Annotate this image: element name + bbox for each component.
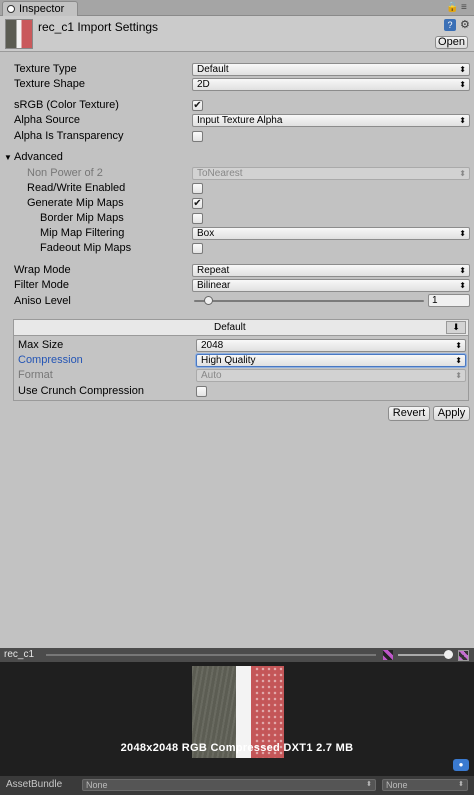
assetbundle-bar: AssetBundle None ⬍ None ⬍ xyxy=(0,776,474,795)
tab-bar: Inspector 🔒 ≡ xyxy=(0,0,474,16)
crunch-checkbox[interactable] xyxy=(196,386,207,397)
max-size-value: 2048 xyxy=(201,340,224,351)
texture-shape-label: Texture Shape xyxy=(14,78,85,90)
advanced-label: Advanced xyxy=(14,151,63,163)
aniso-slider[interactable] xyxy=(194,300,424,302)
npot-dropdown: ToNearest ⬍ xyxy=(192,167,470,180)
preview-title: rec_c1 xyxy=(4,649,35,660)
tab-inspector-label: Inspector xyxy=(19,3,65,15)
texture-info: 2048x2048 RGB Compressed DXT1 2.7 MB xyxy=(120,742,354,754)
fadeout-mips-label: Fadeout Mip Maps xyxy=(40,242,132,254)
assetbundle-name-value: None xyxy=(86,780,108,790)
dropdown-arrow-icon: ⬍ xyxy=(459,281,466,290)
lock-icon[interactable]: 🔒 xyxy=(446,2,458,13)
alpha-source-dropdown[interactable]: Input Texture Alpha ⬍ xyxy=(192,114,470,127)
format-dropdown: Auto ⬍ xyxy=(196,369,466,382)
preview-divider xyxy=(46,654,376,656)
aniso-value-field[interactable]: 1 xyxy=(428,294,470,307)
crunch-label: Use Crunch Compression xyxy=(18,385,144,397)
assetbundle-label: AssetBundle xyxy=(6,779,63,790)
border-mips-label: Border Mip Maps xyxy=(40,212,124,224)
dropdown-arrow-icon: ⬍ xyxy=(459,116,466,125)
dropdown-arrow-icon: ⬍ xyxy=(366,781,372,788)
aniso-label: Aniso Level xyxy=(14,295,71,307)
mip-filter-dropdown[interactable]: Box ⬍ xyxy=(192,227,470,240)
compression-label: Compression xyxy=(18,354,83,366)
dropdown-arrow-icon: ⬍ xyxy=(459,65,466,74)
dropdown-arrow-icon: ⬍ xyxy=(459,80,466,89)
dropdown-arrow-icon: ⬍ xyxy=(458,781,464,788)
tab-inspector[interactable]: Inspector xyxy=(2,1,78,16)
assetbundle-variant-dropdown[interactable]: None ⬍ xyxy=(382,779,468,791)
gear-icon[interactable]: ⚙ xyxy=(460,18,470,31)
format-label: Format xyxy=(18,369,53,381)
rgb-channel-icon[interactable] xyxy=(383,650,393,660)
dropdown-arrow-icon: ⬍ xyxy=(459,229,466,238)
assetbundle-name-dropdown[interactable]: None ⬍ xyxy=(82,779,376,791)
tab-menu-icon[interactable]: ≡ xyxy=(461,2,467,13)
npot-value: ToNearest xyxy=(197,168,243,179)
inspector-header: rec_c1 Import Settings ? ⚙ Open xyxy=(0,16,474,52)
texture-type-dropdown[interactable]: Default ⬍ xyxy=(192,63,470,76)
srgb-checkbox[interactable]: ✔ xyxy=(192,100,203,111)
texture-thumbnail xyxy=(5,19,33,49)
checkmark-icon: ✔ xyxy=(193,100,202,111)
download-icon[interactable]: ⬇ xyxy=(446,321,466,334)
gen-mips-checkbox[interactable]: ✔ xyxy=(192,198,203,209)
texture-type-label: Texture Type xyxy=(14,63,77,75)
help-icon[interactable]: ? xyxy=(444,19,456,31)
apply-button[interactable]: Apply xyxy=(433,406,470,421)
wrap-mode-label: Wrap Mode xyxy=(14,264,71,276)
gen-mips-label: Generate Mip Maps xyxy=(27,197,124,209)
alpha-source-value: Input Texture Alpha xyxy=(197,115,283,126)
mip-level-slider-thumb[interactable] xyxy=(444,650,453,659)
dropdown-arrow-icon: ⬍ xyxy=(455,371,462,380)
wrap-mode-dropdown[interactable]: Repeat ⬍ xyxy=(192,264,470,277)
dropdown-arrow-icon: ⬍ xyxy=(459,266,466,275)
label-tag-icon[interactable]: ● xyxy=(453,759,469,771)
texture-shape-value: 2D xyxy=(197,79,210,90)
platform-tab-bar: Default ⬇ xyxy=(14,320,468,336)
dropdown-arrow-icon: ⬍ xyxy=(455,341,462,350)
border-mips-checkbox[interactable] xyxy=(192,213,203,224)
texture-type-value: Default xyxy=(197,64,229,75)
preview-header[interactable]: rec_c1 xyxy=(0,648,474,662)
checkmark-icon: ✔ xyxy=(193,198,202,209)
filter-mode-value: Bilinear xyxy=(197,280,231,291)
compression-value: High Quality xyxy=(201,355,256,366)
foldout-arrow-icon: ▼ xyxy=(4,153,12,162)
texture-preview: 2048x2048 RGB Compressed DXT1 2.7 MB ● xyxy=(0,662,474,776)
format-value: Auto xyxy=(201,370,222,381)
fadeout-mips-checkbox[interactable] xyxy=(192,243,203,254)
read-write-checkbox[interactable] xyxy=(192,183,203,194)
inspector-icon xyxy=(7,5,15,13)
assetbundle-variant-value: None xyxy=(386,780,408,790)
page-title: rec_c1 Import Settings xyxy=(38,20,159,34)
mip-level-slider[interactable] xyxy=(398,654,450,656)
mip-filter-label: Mip Map Filtering xyxy=(40,227,125,239)
revert-button[interactable]: Revert xyxy=(388,406,430,421)
max-size-label: Max Size xyxy=(18,339,64,351)
mip-filter-value: Box xyxy=(197,228,215,239)
max-size-dropdown[interactable]: 2048 ⬍ xyxy=(196,339,466,352)
alpha-is-transparency-checkbox[interactable] xyxy=(192,131,203,142)
alpha-is-transparency-label: Alpha Is Transparency xyxy=(14,130,124,142)
texture-shape-dropdown[interactable]: 2D ⬍ xyxy=(192,78,470,91)
open-button[interactable]: Open xyxy=(435,36,468,49)
filter-mode-label: Filter Mode xyxy=(14,279,70,291)
alpha-toggle-icon[interactable] xyxy=(458,650,469,661)
npot-label: Non Power of 2 xyxy=(27,167,103,179)
dropdown-arrow-icon: ⬍ xyxy=(455,356,462,365)
compression-dropdown[interactable]: High Quality ⬍ xyxy=(196,354,466,367)
aniso-slider-thumb[interactable] xyxy=(203,296,213,305)
tab-default-platform[interactable]: Default xyxy=(214,322,246,333)
filter-mode-dropdown[interactable]: Bilinear ⬍ xyxy=(192,279,470,292)
read-write-label: Read/Write Enabled xyxy=(27,182,126,194)
wrap-mode-value: Repeat xyxy=(197,265,230,276)
dropdown-arrow-icon: ⬍ xyxy=(459,169,466,178)
alpha-source-label: Alpha Source xyxy=(14,114,81,126)
srgb-label: sRGB (Color Texture) xyxy=(14,99,119,111)
